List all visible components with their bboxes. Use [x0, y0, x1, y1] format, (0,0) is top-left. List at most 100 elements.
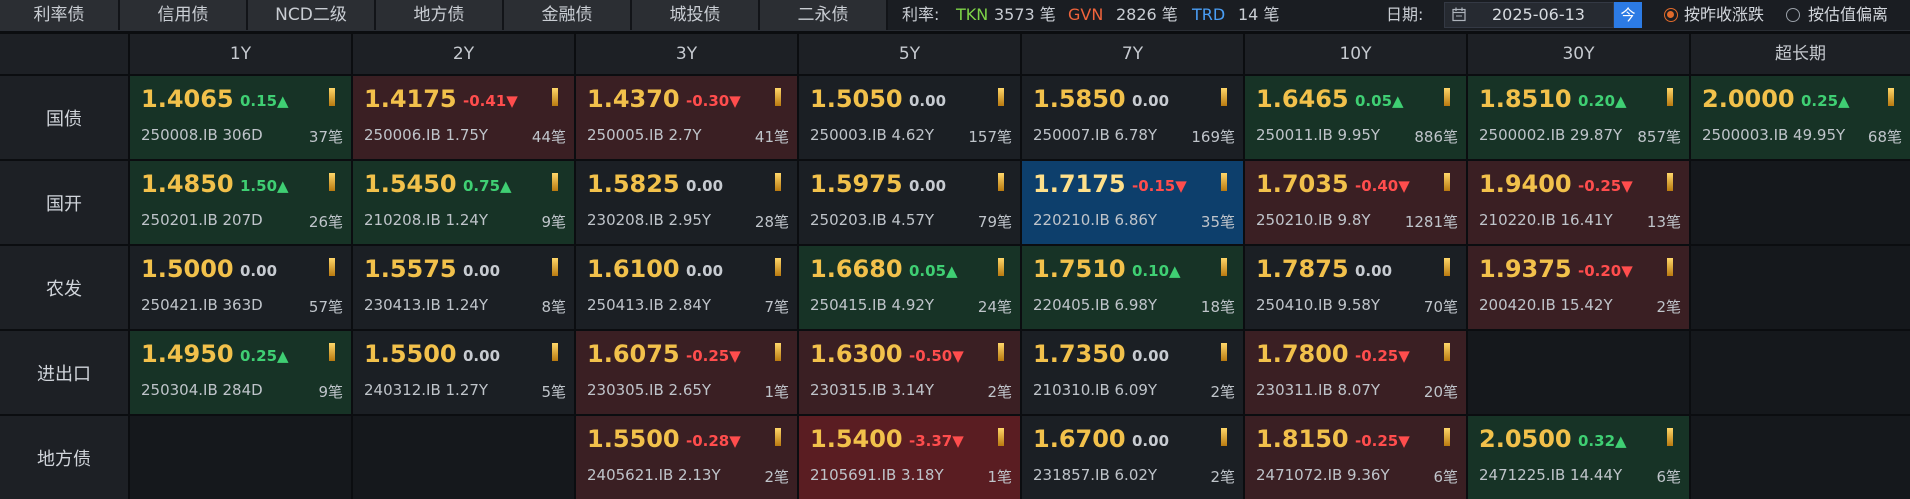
volume-bar-icon — [998, 428, 1004, 446]
trade-count: 5笔 — [541, 383, 566, 401]
quote-cell[interactable]: 1.5400 -3.37▼ 2105691.IB 3.18Y 1笔 — [799, 416, 1020, 499]
quote-cell[interactable]: 1.5000 0.00 250421.IB 363D 57笔 — [130, 246, 351, 329]
quote-cell[interactable]: 1.4950 0.25▲ 250304.IB 284D 9笔 — [130, 331, 351, 414]
yield-rate: 1.4950 — [141, 340, 234, 368]
volume-bar-icon — [1444, 173, 1450, 191]
quote-cell[interactable]: 1.9400 -0.25▼ 210220.IB 16.41Y 13笔 — [1468, 161, 1689, 244]
quote-cell[interactable]: 2.0500 0.32▲ 2471225.IB 14.44Y 6笔 — [1468, 416, 1689, 499]
quote-cell[interactable]: 1.5975 0.00 250203.IB 4.57Y 79笔 — [799, 161, 1020, 244]
tab-urban-investment-bonds[interactable]: 城投债 — [632, 0, 760, 30]
quote-cell[interactable]: 1.7175 -0.15▼ 220210.IB 6.86Y 35笔 — [1022, 161, 1243, 244]
quote-cell[interactable]: 1.9375 -0.20▼ 200420.IB 15.42Y 2笔 — [1468, 246, 1689, 329]
bond-code-tenor: 2500002.IB 29.87Y — [1479, 126, 1623, 144]
column-header-5y[interactable]: 5Y — [799, 34, 1020, 74]
trade-count: 2笔 — [987, 383, 1012, 401]
change-bp: 0.00 — [1132, 432, 1170, 450]
quote-cell[interactable]: 1.5500 0.00 240312.IB 1.27Y 5笔 — [353, 331, 574, 414]
tab-local-gov-bonds[interactable]: 地方债 — [376, 0, 504, 30]
trade-count: 28笔 — [754, 213, 789, 231]
calendar-icon[interactable] — [1452, 7, 1466, 22]
quote-cell[interactable]: 1.7875 0.00 250410.IB 9.58Y 70笔 — [1245, 246, 1466, 329]
quote-cell[interactable]: 1.6700 0.00 231857.IB 6.02Y 2笔 — [1022, 416, 1243, 499]
gvn-count: 2826 笔 — [1116, 5, 1178, 24]
row-label[interactable]: 国债 — [0, 76, 128, 159]
row-label[interactable]: 进出口 — [0, 331, 128, 414]
quote-cell[interactable]: 1.5050 0.00 250003.IB 4.62Y 157笔 — [799, 76, 1020, 159]
quote-cell[interactable]: 1.6075 -0.25▼ 230305.IB 2.65Y 1笔 — [576, 331, 797, 414]
empty-cell — [1691, 331, 1910, 414]
yield-rate: 1.6680 — [810, 255, 903, 283]
bond-code-tenor: 230305.IB 2.65Y — [587, 381, 712, 399]
yield-rate: 1.7350 — [1033, 340, 1126, 368]
bond-code-tenor: 250003.IB 4.62Y — [810, 126, 935, 144]
quote-cell[interactable]: 1.6680 0.05▲ 250415.IB 4.92Y 24笔 — [799, 246, 1020, 329]
quote-cell[interactable]: 1.5500 -0.28▼ 2405621.IB 2.13Y 2笔 — [576, 416, 797, 499]
quote-cell[interactable]: 1.4175 -0.41▼ 250006.IB 1.75Y 44笔 — [353, 76, 574, 159]
tkn-count: 3573 笔 — [994, 5, 1056, 24]
volume-bar-icon — [329, 343, 335, 361]
bond-code-tenor: 250421.IB 363D — [141, 296, 263, 314]
yield-rate: 1.5850 — [1033, 85, 1126, 113]
quote-cell[interactable]: 1.7035 -0.40▼ 250210.IB 9.8Y 1281笔 — [1245, 161, 1466, 244]
tab-credit-bonds[interactable]: 信用债 — [120, 0, 248, 30]
volume-bar-icon — [1667, 428, 1673, 446]
trade-count: 6笔 — [1433, 468, 1458, 486]
quote-cell[interactable]: 1.7350 0.00 210310.IB 6.09Y 2笔 — [1022, 331, 1243, 414]
tab-perpetual-bonds[interactable]: 二永债 — [760, 0, 888, 30]
bond-code-tenor: 250410.IB 9.58Y — [1256, 296, 1381, 314]
quote-cell[interactable]: 1.5825 0.00 230208.IB 2.95Y 28笔 — [576, 161, 797, 244]
column-header-7y[interactable]: 7Y — [1022, 34, 1243, 74]
column-header-2y[interactable]: 2Y — [353, 34, 574, 74]
change-bp: -0.15▼ — [1132, 177, 1187, 195]
quote-cell[interactable]: 1.5575 0.00 230413.IB 1.24Y 8笔 — [353, 246, 574, 329]
volume-bar-icon — [998, 343, 1004, 361]
row-label[interactable]: 地方债 — [0, 416, 128, 499]
column-header-1y[interactable]: 1Y — [130, 34, 351, 74]
quote-cell[interactable]: 1.5850 0.00 250007.IB 6.78Y 169笔 — [1022, 76, 1243, 159]
volume-bar-icon — [775, 88, 781, 106]
tab-ncd-secondary[interactable]: NCD二级 — [248, 0, 376, 30]
column-header-10y[interactable]: 10Y — [1245, 34, 1466, 74]
quote-cell[interactable]: 1.4370 -0.30▼ 250005.IB 2.7Y 41笔 — [576, 76, 797, 159]
bond-code-tenor: 2500003.IB 49.95Y — [1702, 126, 1846, 144]
quote-cell[interactable]: 1.7510 0.10▲ 220405.IB 6.98Y 18笔 — [1022, 246, 1243, 329]
volume-bar-icon — [1444, 258, 1450, 276]
quote-cell[interactable]: 1.8510 0.20▲ 2500002.IB 29.87Y 857笔 — [1468, 76, 1689, 159]
trade-count: 18笔 — [1200, 298, 1235, 316]
quote-cell[interactable]: 1.5450 0.75▲ 210208.IB 1.24Y 9笔 — [353, 161, 574, 244]
volume-bar-icon — [1221, 258, 1227, 276]
row-label[interactable]: 国开 — [0, 161, 128, 244]
column-header-30y[interactable]: 30Y — [1468, 34, 1689, 74]
top-toolbar: 利率债 信用债 NCD二级 地方债 金融债 城投债 二永债 利率: TKN 35… — [0, 0, 1910, 31]
yield-rate: 1.5400 — [810, 425, 903, 453]
change-bp: -0.25▼ — [1578, 177, 1633, 195]
quote-cell[interactable]: 1.7800 -0.25▼ 230311.IB 8.07Y 20笔 — [1245, 331, 1466, 414]
bond-code-tenor: 250011.IB 9.95Y — [1256, 126, 1381, 144]
tab-rate-bonds[interactable]: 利率债 — [0, 0, 120, 30]
change-bp: 0.00 — [463, 347, 501, 365]
yield-rate: 1.6300 — [810, 340, 903, 368]
bond-code-tenor: 230208.IB 2.95Y — [587, 211, 712, 229]
quote-cell[interactable]: 1.6300 -0.50▼ 230315.IB 3.14Y 2笔 — [799, 331, 1020, 414]
quote-cell[interactable]: 1.6465 0.05▲ 250011.IB 9.95Y 886笔 — [1245, 76, 1466, 159]
date-value[interactable]: 2025-06-13 — [1492, 0, 1585, 30]
row-label[interactable]: 农发 — [0, 246, 128, 329]
quote-cell[interactable]: 1.4850 1.50▲ 250201.IB 207D 26笔 — [130, 161, 351, 244]
volume-bar-icon — [998, 88, 1004, 106]
today-button[interactable]: 今 — [1614, 2, 1642, 28]
quote-cell[interactable]: 1.8150 -0.25▼ 2471072.IB 9.36Y 6笔 — [1245, 416, 1466, 499]
radio-by-prev-close-label[interactable]: 按昨收涨跌 — [1684, 0, 1764, 30]
column-header-3y[interactable]: 3Y — [576, 34, 797, 74]
tab-financial-bonds[interactable]: 金融债 — [504, 0, 632, 30]
bond-code-tenor: 210208.IB 1.24Y — [364, 211, 489, 229]
trade-count: 157笔 — [968, 128, 1012, 146]
quote-cell[interactable]: 2.0000 0.25▲ 2500003.IB 49.95Y 68笔 — [1691, 76, 1910, 159]
quote-cell[interactable]: 1.4065 0.15▲ 250008.IB 306D 37笔 — [130, 76, 351, 159]
quote-cell[interactable]: 1.6100 0.00 250413.IB 2.84Y 7笔 — [576, 246, 797, 329]
radio-by-valuation-deviation[interactable] — [1786, 8, 1800, 22]
change-bp: 0.05▲ — [1355, 92, 1404, 110]
radio-by-valuation-deviation-label[interactable]: 按估值偏离 — [1808, 0, 1888, 30]
column-header-超长期[interactable]: 超长期 — [1691, 34, 1910, 74]
radio-by-prev-close[interactable] — [1664, 8, 1678, 22]
trade-count: 24笔 — [977, 298, 1012, 316]
